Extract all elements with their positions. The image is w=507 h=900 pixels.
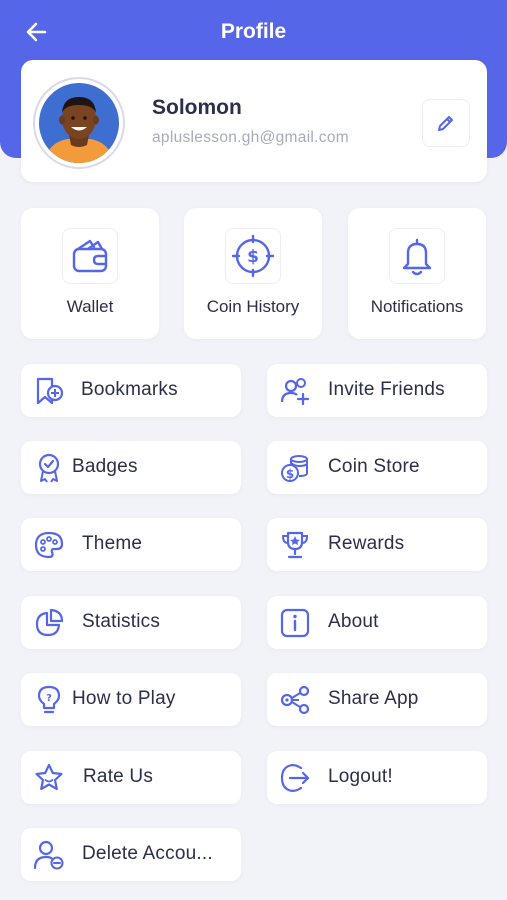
menu-about-label: About bbox=[328, 611, 379, 632]
tile-wallet[interactable]: Wallet bbox=[21, 208, 159, 339]
menu-how-to-play[interactable]: ? How to Play bbox=[21, 673, 241, 726]
menu-rate-us-label: Rate Us bbox=[83, 766, 154, 787]
palette-icon bbox=[34, 531, 64, 559]
menu-share-app[interactable]: Share App bbox=[267, 673, 487, 726]
svg-text:?: ? bbox=[46, 693, 52, 704]
share-icon bbox=[280, 685, 310, 715]
invite-user-icon bbox=[280, 378, 310, 406]
logout-icon bbox=[280, 763, 310, 793]
menu-how-to-play-label: How to Play bbox=[72, 688, 176, 709]
delete-user-icon bbox=[33, 840, 64, 870]
menu-coin-store[interactable]: $ Coin Store bbox=[267, 441, 487, 494]
wallet-icon bbox=[72, 239, 108, 273]
tile-coin-history-label: Coin History bbox=[206, 297, 300, 316]
pie-chart-icon bbox=[35, 608, 64, 637]
menu-statistics-label: Statistics bbox=[82, 611, 161, 632]
menu-rate-us[interactable]: Rate Us bbox=[21, 751, 241, 804]
profile-email: apluslesson.gh@gmail.com bbox=[152, 129, 349, 146]
tile-coin-history[interactable]: $ Coin History bbox=[184, 208, 322, 339]
menu-about[interactable]: About bbox=[267, 596, 487, 649]
svg-text:$: $ bbox=[247, 247, 259, 267]
bell-icon bbox=[402, 238, 432, 276]
tile-wallet-label: Wallet bbox=[66, 297, 114, 316]
menu-logout[interactable]: Logout! bbox=[267, 751, 487, 804]
avatar-image bbox=[39, 83, 119, 163]
page-title: Profile bbox=[220, 20, 287, 43]
menu-theme-label: Theme bbox=[82, 533, 143, 554]
menu-delete-account[interactable]: Delete Accou... bbox=[21, 828, 241, 881]
menu-bookmarks[interactable]: Bookmarks bbox=[21, 364, 241, 417]
menu-invite-friends[interactable]: Invite Friends bbox=[267, 364, 487, 417]
menu-share-app-label: Share App bbox=[328, 688, 419, 709]
badge-icon bbox=[38, 453, 60, 483]
menu-delete-account-label: Delete Accou... bbox=[82, 843, 213, 864]
tile-notifications[interactable]: Notifications bbox=[348, 208, 486, 339]
svg-text:$: $ bbox=[286, 467, 294, 481]
menu-rewards-label: Rewards bbox=[328, 533, 405, 554]
menu-logout-label: Logout! bbox=[328, 766, 393, 787]
lightbulb-icon: ? bbox=[37, 685, 61, 714]
star-icon bbox=[35, 763, 63, 791]
dollar-coin-icon: $ bbox=[231, 234, 275, 278]
menu-coin-store-label: Coin Store bbox=[328, 456, 420, 477]
profile-card: Solomon apluslesson.gh@gmail.com bbox=[21, 60, 487, 182]
menu-statistics[interactable]: Statistics bbox=[21, 596, 241, 649]
avatar[interactable] bbox=[33, 77, 125, 169]
pencil-icon bbox=[438, 116, 453, 131]
menu-badges-label: Badges bbox=[72, 456, 138, 477]
edit-profile-button[interactable] bbox=[422, 99, 470, 147]
coin-stack-icon: $ bbox=[281, 455, 308, 482]
profile-name: Solomon bbox=[152, 96, 242, 119]
menu-bookmarks-label: Bookmarks bbox=[81, 379, 178, 400]
info-icon bbox=[280, 608, 310, 638]
menu-badges[interactable]: Badges bbox=[21, 441, 241, 494]
menu-invite-friends-label: Invite Friends bbox=[328, 379, 445, 400]
menu-rewards[interactable]: Rewards bbox=[267, 518, 487, 571]
tile-notifications-label: Notifications bbox=[370, 297, 464, 316]
menu-theme[interactable]: Theme bbox=[21, 518, 241, 571]
trophy-icon bbox=[281, 531, 309, 559]
bookmark-add-icon bbox=[36, 377, 64, 405]
